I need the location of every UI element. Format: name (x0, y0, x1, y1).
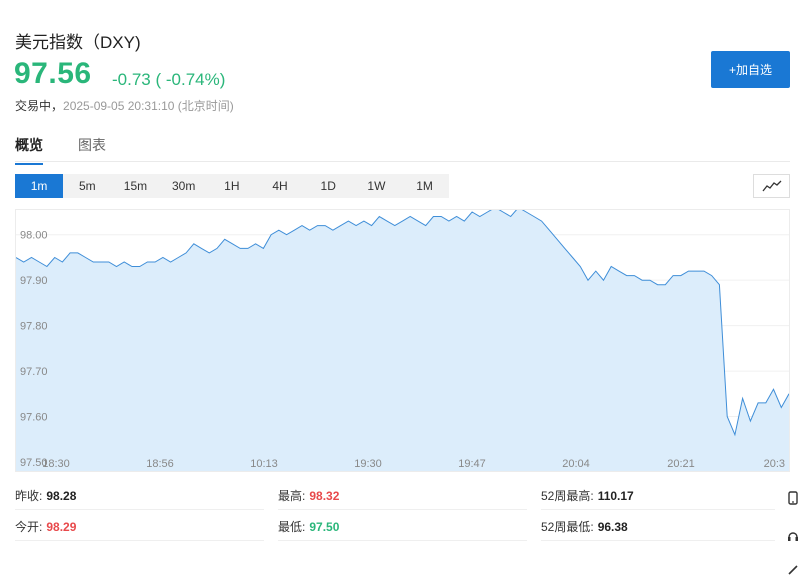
line-chart-icon (761, 180, 781, 192)
x-tick-label: 19:30 (354, 458, 382, 470)
x-tick-label: 20:3 (764, 458, 785, 470)
tab-overview[interactable]: 概览 (15, 135, 43, 165)
x-tick-label: 20:04 (562, 458, 590, 470)
y-tick-label: 97.70 (20, 366, 48, 378)
current-price: 97.56 (14, 57, 92, 90)
stat-value: 98.32 (309, 489, 340, 503)
stat-value: 96.38 (597, 520, 628, 534)
x-tick-label: 20:21 (667, 458, 695, 470)
range-1w[interactable]: 1W (352, 174, 400, 198)
price-area (16, 210, 789, 471)
stat-52w-low: 52周最低: 96.38 (541, 513, 775, 541)
range-1h[interactable]: 1H (208, 174, 256, 198)
phone-icon[interactable] (786, 490, 800, 506)
y-tick-label: 98.00 (20, 230, 48, 242)
stat-open: 今开: 98.29 (15, 513, 264, 541)
trade-status: 交易中，2025-09-05 20:31:10 (北京时间) (15, 97, 234, 114)
price-change: -0.73 ( -0.74%) (112, 70, 226, 89)
range-1d[interactable]: 1D (304, 174, 352, 198)
edit-icon[interactable] (786, 562, 800, 575)
stat-value: 98.29 (46, 520, 77, 534)
x-tick-label: 19:47 (458, 458, 486, 470)
stat-label: 最低: (278, 520, 306, 534)
x-tick-label: 18:30 (42, 458, 70, 470)
page-title: 美元指数（DXY) (15, 33, 141, 52)
stat-label: 52周最高: (541, 489, 594, 503)
price-chart[interactable]: 98.00 97.90 97.80 97.70 97.60 97.50 18:30 18:56… (15, 209, 790, 472)
x-tick-label: 18:56 (146, 458, 174, 470)
stat-value: 110.17 (597, 489, 634, 503)
range-5m[interactable]: 5m (63, 174, 111, 198)
stat-value: 97.50 (309, 520, 340, 534)
stat-high: 最高: 98.32 (278, 482, 527, 510)
stat-value: 98.28 (46, 489, 77, 503)
stat-prev-close: 昨收: 98.28 (15, 482, 264, 510)
timestamp: 2025-09-05 20:31:10 (北京时间) (63, 99, 234, 113)
stat-52w-high: 52周最高: 110.17 (541, 482, 775, 510)
chart-type-button[interactable] (753, 174, 790, 198)
stat-label: 52周最低: (541, 520, 594, 534)
tab-chart[interactable]: 图表 (78, 135, 106, 163)
chart-canvas: 98.0097.9097.8097.7097.6097.5018:30 18:56… (16, 210, 789, 471)
range-selector: 1m 5m 15m 30m 1H 4H 1D 1W 1M (15, 174, 449, 198)
x-tick-label: 10:13 (250, 458, 278, 470)
status-label: 交易中， (15, 99, 64, 113)
stat-label: 今开: (15, 520, 43, 534)
y-tick-label: 97.80 (20, 321, 48, 333)
y-tick-label: 97.60 (20, 412, 48, 424)
range-30m[interactable]: 30m (160, 174, 208, 198)
stat-label: 昨收: (15, 489, 43, 503)
headset-icon[interactable] (786, 528, 800, 544)
stat-low: 最低: 97.50 (278, 513, 527, 541)
stat-label: 最高: (278, 489, 306, 503)
range-15m[interactable]: 15m (111, 174, 159, 198)
add-watchlist-button[interactable]: +加自选 (711, 51, 790, 88)
tab-bar: 概览 图表 (15, 133, 790, 165)
y-tick-label: 97.90 (20, 275, 48, 287)
range-1m[interactable]: 1m (15, 174, 64, 198)
range-1mo[interactable]: 1M (401, 174, 449, 198)
range-4h[interactable]: 4H (256, 174, 304, 198)
